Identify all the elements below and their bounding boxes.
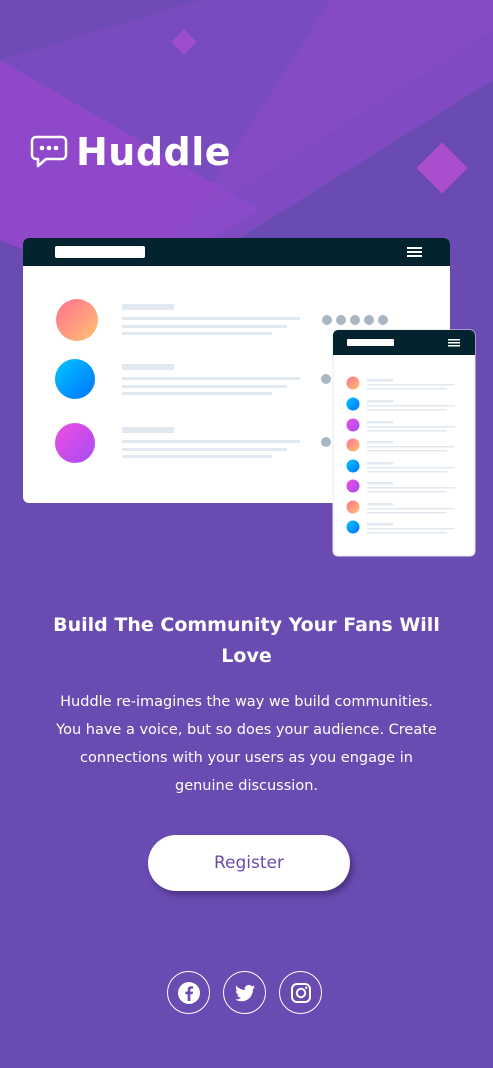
- instagram-icon: [290, 982, 311, 1003]
- twitter-icon: [234, 984, 255, 1001]
- instagram-link[interactable]: [279, 971, 322, 1014]
- hero-headline: Build The Community Your Fans Will Love: [53, 614, 440, 667]
- hero-description: Huddle re-imagines the way we build comm…: [56, 694, 437, 794]
- facebook-icon: [177, 981, 200, 1004]
- register-button[interactable]: Register: [148, 835, 350, 891]
- facebook-link[interactable]: [167, 971, 210, 1014]
- app-mockup-illustration: [23, 238, 476, 557]
- social-links: [167, 971, 322, 1014]
- brand-name: Huddle: [76, 130, 232, 174]
- twitter-link[interactable]: [223, 971, 266, 1014]
- chat-bubble-icon: [30, 135, 68, 168]
- brand-logo[interactable]: Huddle: [30, 130, 231, 174]
